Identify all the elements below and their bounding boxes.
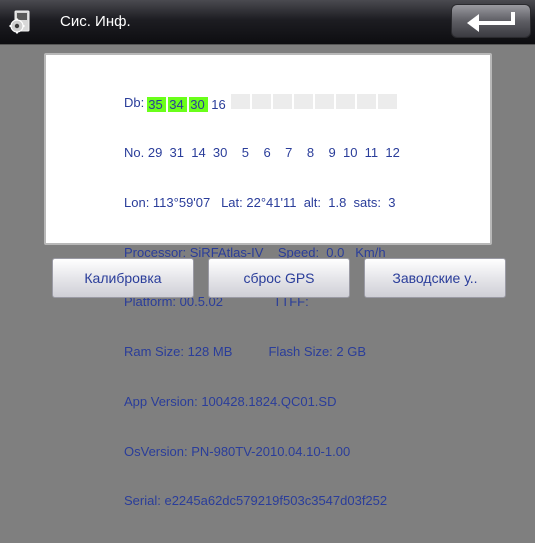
system-info-text: Db: 35 34 30 16 No. 29 31 14 30 5 6 7 8 9 1…	[124, 62, 400, 543]
reset-gps-button[interactable]: сброс GPS	[208, 258, 350, 298]
memory-line: Ram Size: 128 MB Flash Size: 2 GB	[124, 344, 367, 360]
position-line: Lon: 113°59'07 Lat: 22°41'11 alt: 1.8 sa…	[124, 194, 396, 210]
satellite-numbers: No. 29 31 14 30 5 6 7 8 9 10 11 12	[124, 144, 400, 160]
db-signal-cell	[273, 93, 293, 109]
db-signal-cell	[294, 93, 314, 109]
serial-line: Serial: e2245a62dc579219f503c3547d03f252	[124, 493, 388, 509]
return-arrow-icon	[467, 12, 515, 32]
page-title: Сис. Инф.	[60, 13, 131, 30]
db-signal-cell: 34	[168, 96, 188, 112]
signal-db-row: Db: 35 34 30 16	[124, 93, 400, 114]
db-signal-cell: 16	[211, 96, 226, 112]
db-signal-cell	[378, 93, 398, 109]
factory-settings-button[interactable]: Заводские у..	[364, 258, 506, 298]
db-signal-cell	[315, 93, 335, 109]
gear-icon	[9, 10, 30, 34]
calibrate-button[interactable]: Калибровка	[52, 258, 194, 298]
db-signal-cell	[357, 93, 377, 109]
system-info-panel: Db: 35 34 30 16 No. 29 31 14 30 5 6 7 8 9 1…	[44, 53, 492, 508]
db-signal-cell	[252, 93, 272, 109]
settings-button[interactable]	[4, 6, 38, 38]
db-signal-cell: 30	[189, 96, 209, 112]
title-bar: Сис. Инф.	[0, 0, 535, 45]
db-signal-cell: 35	[147, 96, 167, 112]
os-version-line: OsVersion: PN-980TV-2010.04.10-1.00	[124, 443, 351, 459]
db-signal-cell	[336, 93, 356, 109]
db-label: Db:	[124, 95, 145, 111]
back-button[interactable]	[451, 4, 531, 38]
db-signal-cell	[231, 93, 251, 109]
app-version-line: App Version: 100428.1824.QC01.SD	[124, 393, 337, 409]
db-cells: 35 34 30 16	[147, 93, 399, 114]
